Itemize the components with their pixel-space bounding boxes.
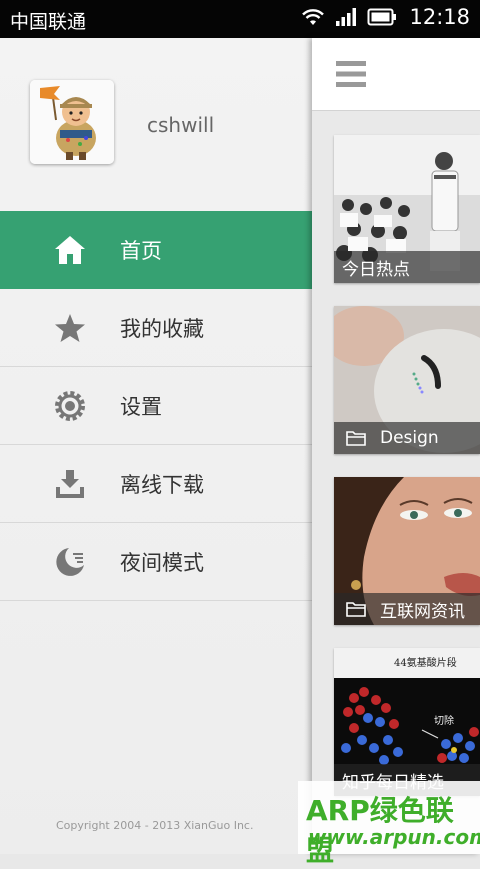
menu-label-home: 首页 bbox=[120, 239, 162, 263]
menu-item-home[interactable]: 首页 bbox=[0, 211, 312, 289]
folder-icon bbox=[346, 431, 366, 446]
home-icon bbox=[55, 236, 85, 264]
star-icon bbox=[55, 314, 85, 342]
feed-card-hot-news[interactable]: 今日热点 bbox=[334, 135, 480, 283]
username[interactable]: cshwill bbox=[147, 113, 214, 137]
main-content: 今日热点 Design 互联网资讯 44氨基酸片段 切除 bbox=[312, 38, 480, 854]
card-caption: 互联网资讯 bbox=[334, 593, 480, 625]
carrier-name: 中国联通 bbox=[10, 11, 87, 33]
folder-icon bbox=[346, 602, 366, 617]
clock: 12:18 bbox=[409, 5, 470, 29]
moon-icon bbox=[56, 548, 84, 576]
menu-label-offline-download: 离线下载 bbox=[120, 473, 204, 497]
copyright-text: Copyright 2004 - 2013 XianGuo Inc. bbox=[56, 819, 254, 832]
watermark: ARP绿色联盟 www.arpun.com bbox=[298, 781, 480, 867]
menu-item-offline-download[interactable]: 离线下载 bbox=[0, 445, 312, 523]
menu-label-settings: 设置 bbox=[120, 395, 162, 419]
card-title: Design bbox=[380, 428, 439, 448]
card-caption: Design bbox=[334, 422, 480, 454]
watermark-line2: www.arpun.com bbox=[308, 825, 480, 849]
download-icon bbox=[56, 470, 84, 498]
card-caption: 今日热点 bbox=[334, 251, 480, 283]
top-app-bar bbox=[312, 38, 480, 111]
wifi-icon bbox=[302, 9, 325, 25]
menu-item-favorites[interactable]: 我的收藏 bbox=[0, 289, 312, 367]
profile-header[interactable]: cshwill bbox=[0, 38, 312, 210]
card-image-text-mid: 切除 bbox=[434, 714, 454, 727]
status-bar: 中国联通 12:18 bbox=[0, 0, 480, 38]
avatar[interactable] bbox=[30, 80, 114, 164]
menu-label-favorites: 我的收藏 bbox=[120, 317, 204, 341]
feed-card-design[interactable]: Design bbox=[334, 306, 480, 454]
signal-icon bbox=[336, 8, 357, 26]
avatar-image bbox=[30, 80, 114, 164]
menu-item-settings[interactable]: 设置 bbox=[0, 367, 312, 445]
feed-card-zhihu-daily[interactable]: 44氨基酸片段 切除 知乎每日精选 bbox=[334, 648, 480, 796]
navigation-drawer: cshwill 首页 我的收藏 设置 离线下载 夜间模式 Copyright 2… bbox=[0, 38, 312, 854]
menu-label-night-mode: 夜间模式 bbox=[120, 551, 204, 575]
card-title: 互联网资讯 bbox=[380, 601, 465, 622]
feed-card-internet-news[interactable]: 互联网资讯 bbox=[334, 477, 480, 625]
drawer-menu: 首页 我的收藏 设置 离线下载 夜间模式 bbox=[0, 211, 312, 601]
gear-icon bbox=[55, 391, 85, 421]
menu-item-night-mode[interactable]: 夜间模式 bbox=[0, 523, 312, 601]
status-icons: 12:18 bbox=[301, 5, 470, 29]
menu-icon[interactable] bbox=[336, 60, 366, 88]
battery-icon bbox=[367, 8, 397, 26]
card-title: 今日热点 bbox=[342, 259, 410, 280]
card-image-text-top: 44氨基酸片段 bbox=[394, 656, 457, 669]
